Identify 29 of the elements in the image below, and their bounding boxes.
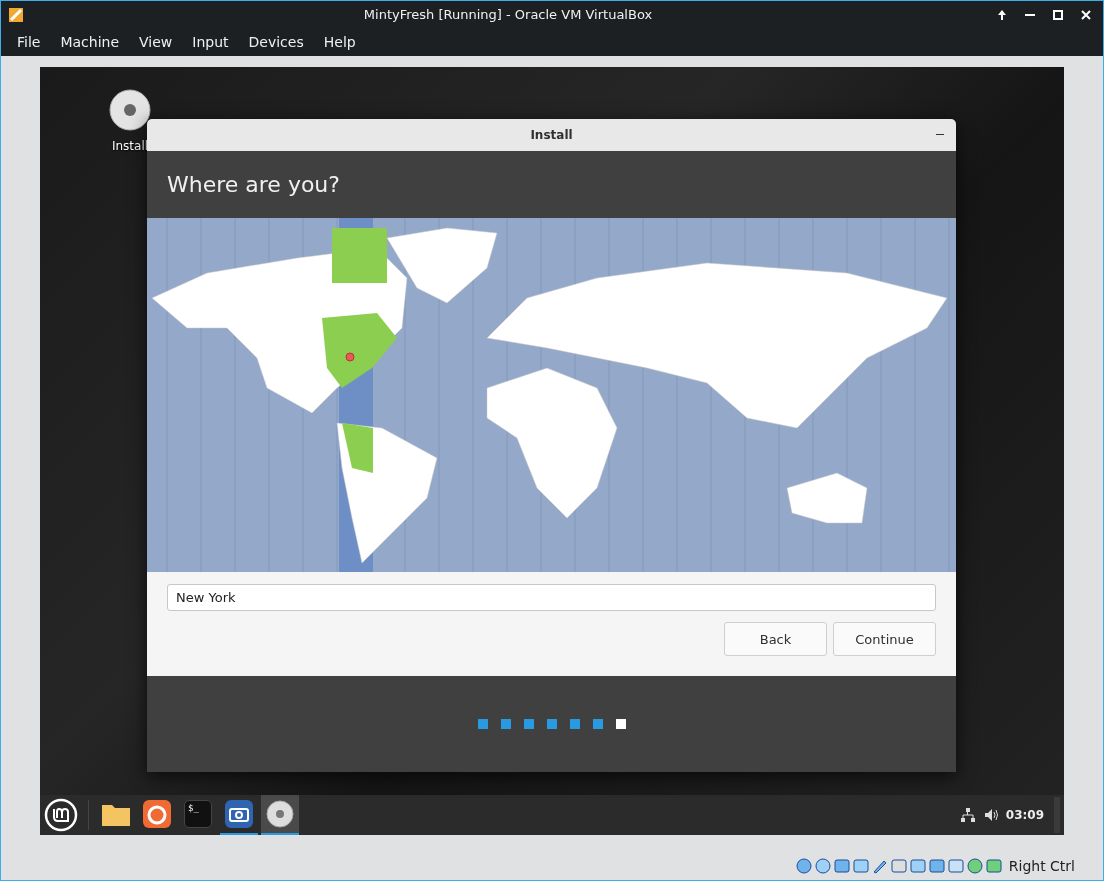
menu-item[interactable]: File — [7, 30, 51, 54]
location-field[interactable]: New York — [167, 584, 936, 611]
menu-item[interactable]: View — [129, 30, 183, 54]
menu-item[interactable]: Devices — [238, 30, 314, 54]
continue-button[interactable]: Continue — [833, 622, 936, 656]
mint-logo-icon[interactable] — [44, 798, 78, 832]
taskbar-app[interactable] — [261, 795, 299, 835]
app-logo-icon — [7, 5, 25, 24]
host-key-label: Right Ctrl — [1008, 858, 1075, 874]
arrow-up-icon — [997, 8, 1007, 21]
page-heading: Where are you? — [167, 172, 340, 197]
maximize-icon — [1053, 9, 1063, 20]
menu-item[interactable]: Machine — [50, 30, 130, 54]
minimize-icon — [936, 133, 944, 135]
dialog-title: Install — [530, 128, 573, 142]
menu-item[interactable]: Input — [182, 30, 239, 54]
taskbar-app[interactable]: $_ — [179, 795, 217, 835]
menu-item[interactable]: Help — [313, 30, 366, 54]
clock[interactable]: 03:09 — [1005, 808, 1044, 822]
terminal-icon: $_ — [184, 800, 212, 828]
window-title: MintyFresh [Running] - Oracle VM VirtualBox — [362, 7, 654, 22]
back-button[interactable]: Back — [724, 622, 827, 656]
close-icon — [1081, 9, 1091, 20]
camera-icon — [225, 800, 253, 828]
minimize-icon — [1025, 13, 1035, 16]
desktop-icon-label[interactable]: Install — [111, 139, 149, 153]
disc-icon — [266, 800, 294, 828]
volume-icon[interactable] — [983, 807, 1000, 823]
disc-icon[interactable] — [109, 89, 151, 131]
